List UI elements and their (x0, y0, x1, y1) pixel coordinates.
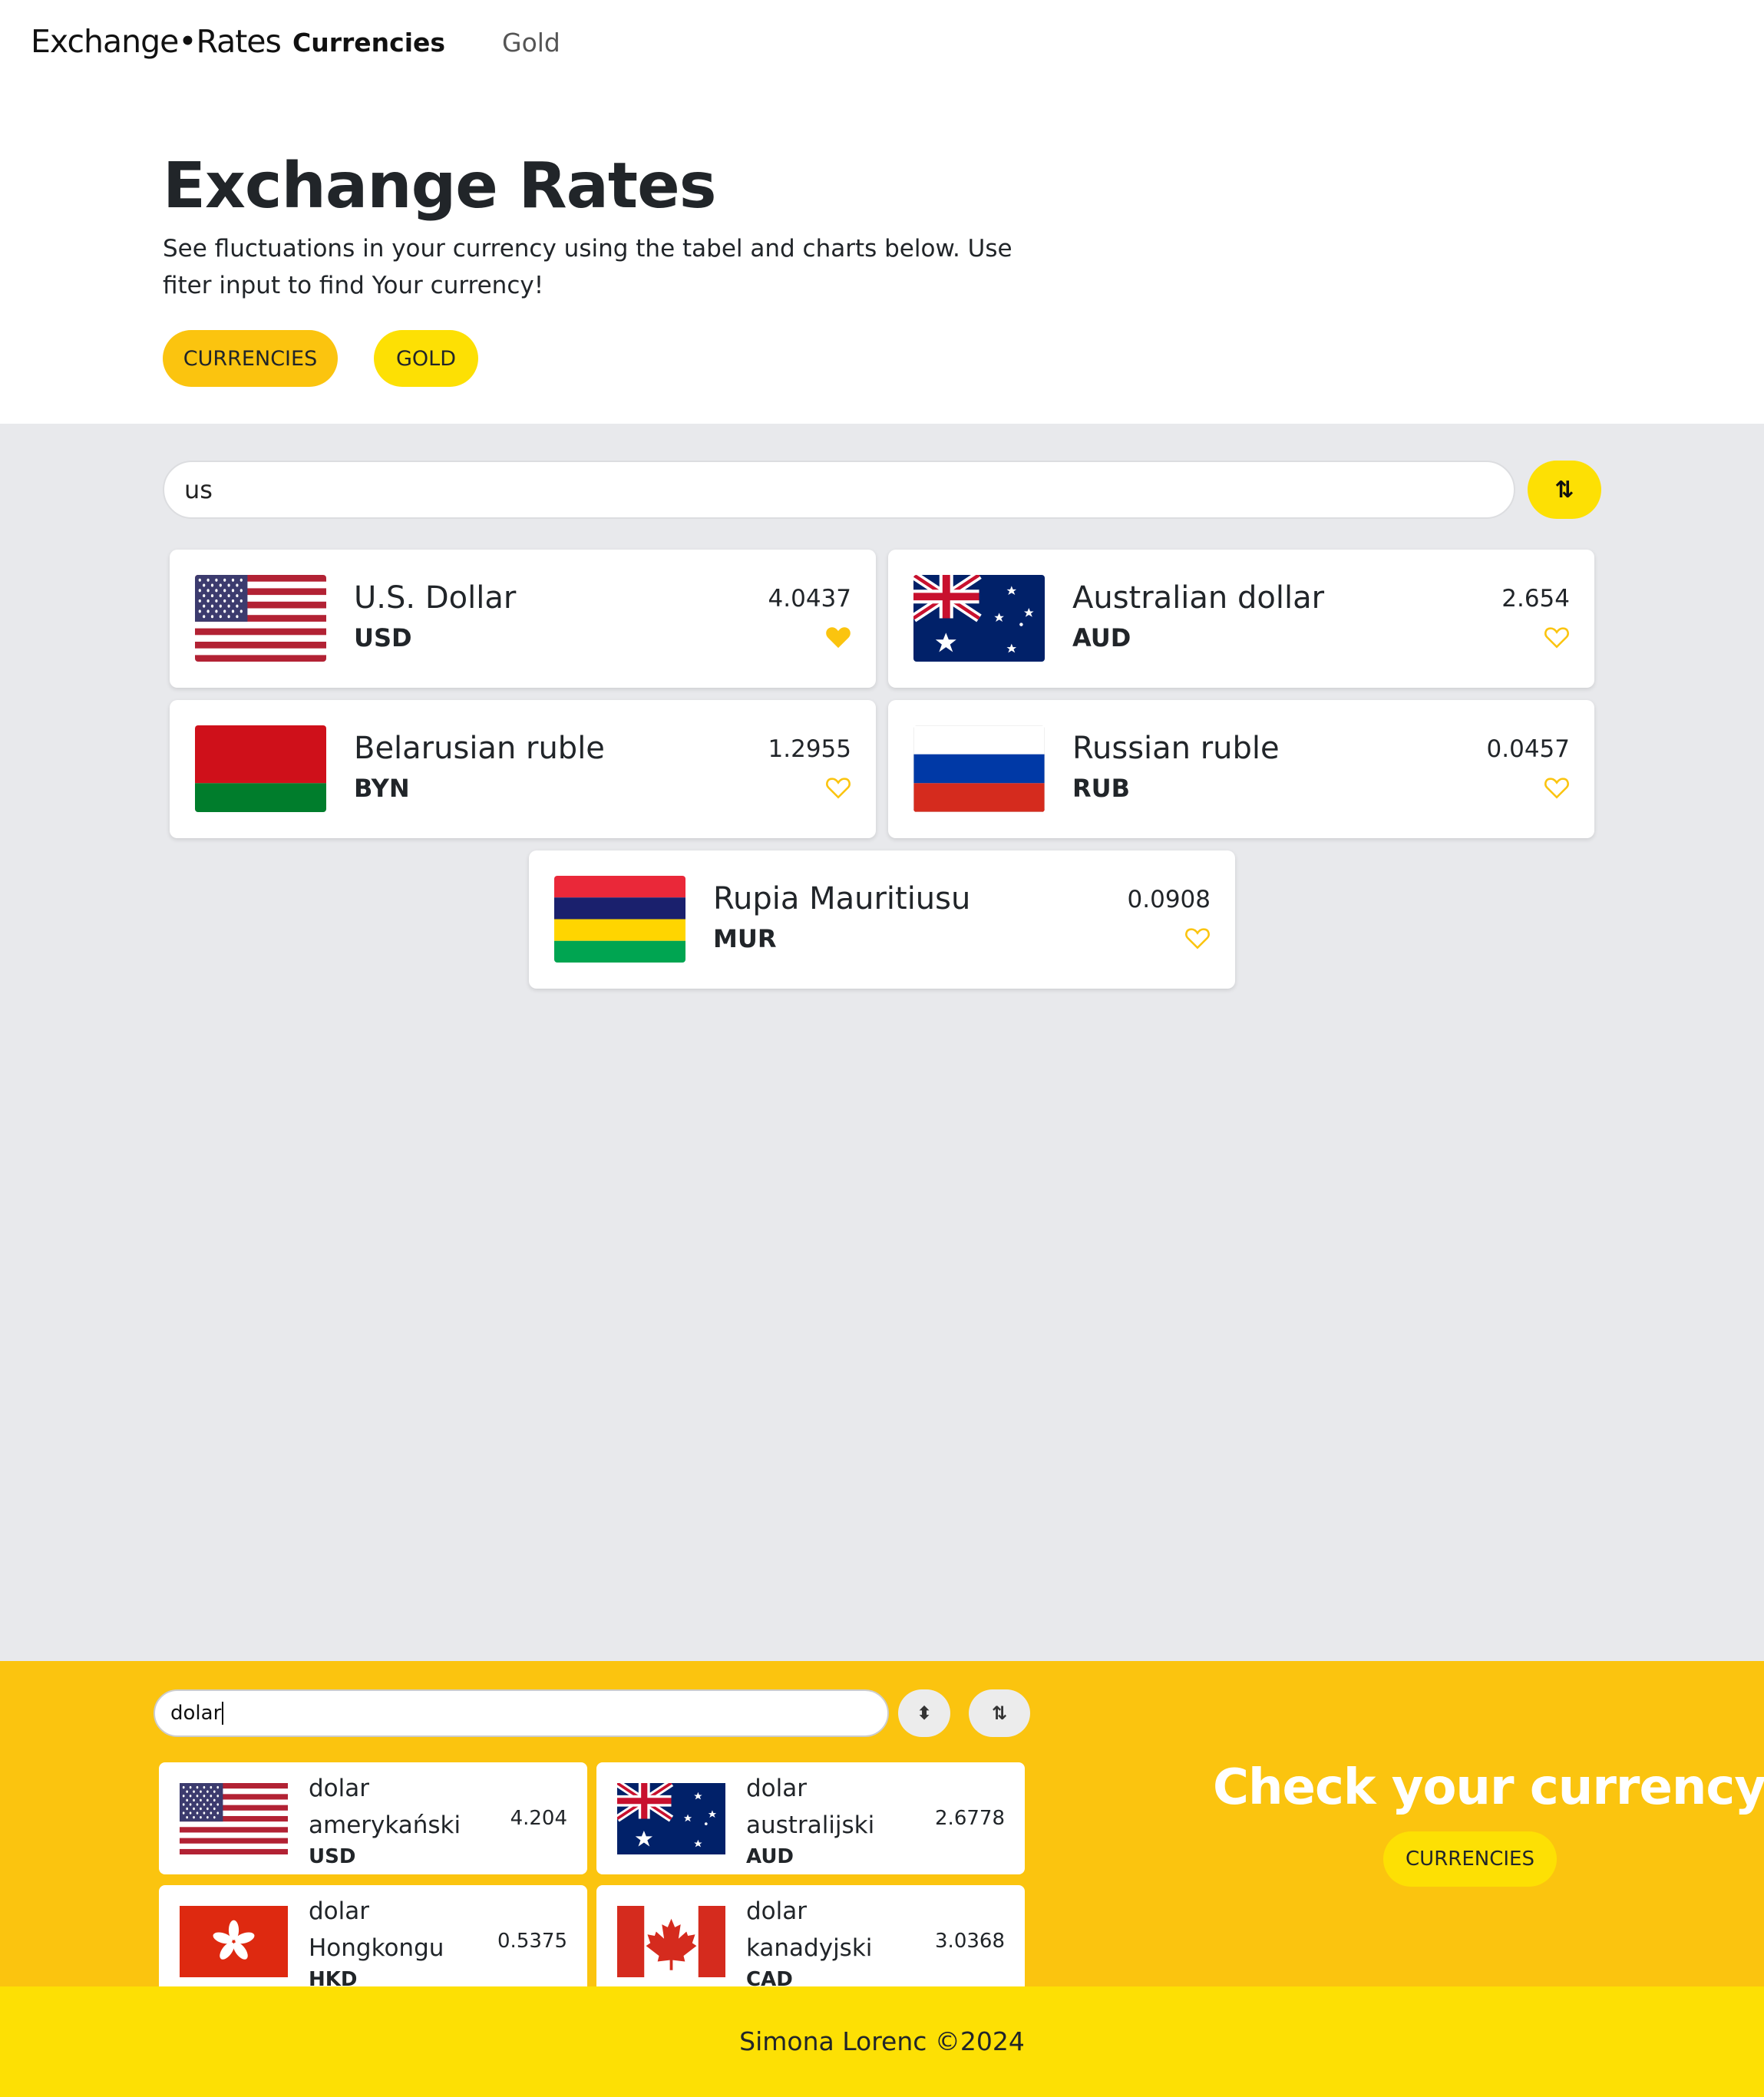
currency-code: MUR (713, 924, 777, 953)
flag-us-icon (180, 1783, 288, 1854)
mini-currency-name: dolar australijski (746, 1775, 875, 1839)
currency-code: BYN (354, 774, 410, 803)
page-title: Exchange Rates (163, 150, 717, 223)
flag-by-icon (195, 725, 326, 812)
flag-au-icon (913, 575, 1045, 662)
mini-currency-code: AUD (746, 1845, 794, 1868)
currency-name: Belarusian ruble (354, 731, 605, 766)
currency-filter-input[interactable]: us (163, 461, 1515, 519)
heart-outline-icon[interactable] (825, 775, 851, 800)
footer-copyright: Simona Lorenc ©2024 (739, 2026, 1025, 2056)
currency-name: U.S. Dollar (354, 580, 517, 616)
flag-ca-icon (617, 1906, 725, 1977)
flag-ru-icon (913, 725, 1045, 812)
sort-button[interactable]: ⇅ (1528, 461, 1601, 519)
heart-outline-icon[interactable] (1184, 926, 1211, 950)
text-caret (222, 1702, 224, 1725)
flag-hk-icon (180, 1906, 288, 1977)
currencies-button[interactable]: CURRENCIES (163, 330, 338, 387)
currency-rate: 2.654 (1501, 585, 1570, 613)
currency-card[interactable]: Australian dollar AUD 2.654 (888, 550, 1594, 688)
currency-card[interactable]: Russian ruble RUB 0.0457 (888, 700, 1594, 838)
mini-currency-name: dolar kanadyjski (746, 1897, 873, 1962)
promo-filter-value: dolar (170, 1702, 222, 1725)
page-description: See fluctuations in your currency using … (163, 235, 1012, 299)
nav-link-gold[interactable]: Gold (502, 28, 560, 58)
flag-us-icon (195, 575, 326, 662)
currency-code: USD (354, 623, 412, 652)
heart-outline-icon[interactable] (1544, 625, 1570, 649)
mini-currency-code: USD (309, 1845, 356, 1868)
sort-updown-icon: ⬍ (916, 1702, 933, 1724)
mini-currency-rate: 4.204 (510, 1807, 567, 1830)
nav-link-currencies[interactable]: Currencies (292, 28, 445, 58)
currency-card[interactable]: Rupia Mauritiusu MUR 0.0908 (529, 850, 1235, 989)
currency-name: Australian dollar (1072, 580, 1325, 616)
currency-code: RUB (1072, 774, 1131, 803)
sort-alpha-icon: ⇅ (991, 1702, 1008, 1724)
mini-currency-card[interactable]: dolar amerykański USD 4.204 (159, 1762, 587, 1874)
flag-au-icon (617, 1783, 725, 1854)
promo-section: dolar ⬍ ⇅ dolar amerykański USD 4.204 do… (0, 1661, 1764, 1986)
mini-currency-rate: 2.6778 (935, 1807, 1005, 1830)
currency-rate: 0.0908 (1127, 886, 1211, 913)
mini-currency-rate: 3.0368 (935, 1930, 1005, 1953)
currency-card[interactable]: Belarusian ruble BYN 1.2955 (170, 700, 876, 838)
mini-currency-card[interactable]: dolar kanadyjski CAD 3.0368 (596, 1885, 1025, 1986)
heart-outline-icon[interactable] (1544, 775, 1570, 800)
currency-rate: 1.2955 (768, 735, 851, 763)
mini-currency-name: dolar Hongkongu (309, 1897, 444, 1962)
promo-currencies-button[interactable]: CURRENCIES (1383, 1831, 1557, 1887)
filter-input-value: us (184, 475, 213, 504)
sort-toggle-button[interactable]: ⬍ (898, 1689, 950, 1737)
mini-currency-code: HKD (309, 1968, 358, 1986)
brand-logo[interactable]: Exchange•Rates (31, 23, 282, 60)
mini-currency-code: CAD (746, 1968, 793, 1986)
currency-name: Rupia Mauritiusu (713, 881, 971, 916)
promo-title: Check your currency! (1213, 1759, 1764, 1816)
flag-mu-icon (554, 876, 685, 963)
mini-currency-card[interactable]: dolar Hongkongu HKD 0.5375 (159, 1885, 587, 1986)
mini-currency-rate: 0.5375 (497, 1930, 567, 1953)
currency-card[interactable]: U.S. Dollar USD 4.0437 (170, 550, 876, 688)
sort-alpha-icon: ⇅ (1554, 476, 1574, 504)
currency-rate: 4.0437 (768, 585, 851, 613)
mini-currency-card[interactable]: dolar australijski AUD 2.6778 (596, 1762, 1025, 1874)
sort-alpha-button[interactable]: ⇅ (969, 1689, 1030, 1737)
footer: Simona Lorenc ©2024 (0, 1986, 1764, 2097)
currency-name: Russian ruble (1072, 731, 1280, 766)
top-navbar: Exchange•Rates Currencies Gold (0, 0, 1764, 86)
mini-currency-name: dolar amerykański (309, 1775, 461, 1839)
heart-filled-icon[interactable] (825, 625, 851, 649)
currency-rate: 0.0457 (1486, 735, 1570, 763)
gold-button[interactable]: GOLD (374, 330, 478, 387)
currency-code: AUD (1072, 623, 1131, 652)
promo-filter-input[interactable]: dolar (154, 1689, 889, 1737)
